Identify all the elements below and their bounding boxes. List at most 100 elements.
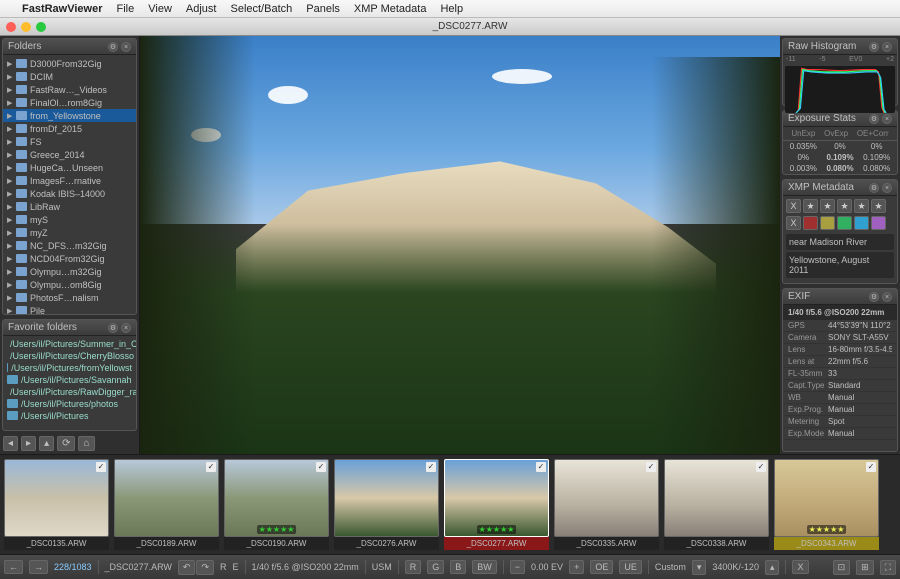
ch-b[interactable]: B (450, 560, 466, 574)
home-button[interactable]: ⌂ (78, 436, 94, 451)
ch-bw[interactable]: BW (472, 560, 497, 574)
gear-icon[interactable]: ⚙ (869, 42, 879, 52)
folder-item[interactable]: ▶Pile (3, 304, 136, 314)
thumbnail[interactable]: ✓_DSC0135.ARW (4, 459, 109, 550)
image-viewer[interactable] (140, 36, 780, 454)
xmp-desc-field[interactable]: Yellowstone, August 2011 (786, 252, 894, 278)
close-icon[interactable]: × (882, 114, 892, 124)
grid-button[interactable]: ⊞ (856, 560, 874, 575)
gear-icon[interactable]: ⚙ (869, 292, 879, 302)
gear-icon[interactable]: ⚙ (869, 183, 879, 193)
clear-rating-button[interactable]: X (786, 199, 801, 213)
close-button[interactable] (6, 22, 16, 32)
up-folder-button[interactable]: ▴ (39, 436, 54, 451)
star-2[interactable]: ★ (820, 199, 835, 213)
app-name[interactable]: FastRawViewer (22, 3, 103, 15)
folder-item[interactable]: ▶NCD04From32Gig (3, 252, 136, 265)
star-1[interactable]: ★ (803, 199, 818, 213)
thumb-check-icon[interactable]: ✓ (756, 462, 766, 472)
oe-toggle[interactable]: OE (590, 560, 613, 574)
rating-stars[interactable]: X ★ ★ ★ ★ ★ (786, 199, 894, 213)
x-button[interactable]: X (792, 560, 808, 574)
favorite-item[interactable]: /Users/il/Pictures/Summer_in_C (3, 338, 136, 350)
thumbnail[interactable]: ✓_DSC0276.ARW (334, 459, 439, 550)
folder-item[interactable]: ▶PhotosF…nalism (3, 291, 136, 304)
xmp-panel-header[interactable]: XMP Metadata ⚙× (783, 180, 897, 196)
thumbnail[interactable]: ✓★★★★★_DSC0343.ARW (774, 459, 879, 550)
folders-panel-header[interactable]: Folders ⚙× (3, 39, 136, 55)
close-icon[interactable]: × (882, 292, 892, 302)
refresh-button[interactable]: ⟳ (57, 436, 75, 451)
minimize-button[interactable] (21, 22, 31, 32)
favorite-item[interactable]: /Users/il/Pictures/RawDigger_ra (3, 386, 136, 398)
ch-r[interactable]: R (405, 560, 422, 574)
exif-panel-header[interactable]: EXIF ⚙× (783, 289, 897, 305)
gear-icon[interactable]: ⚙ (108, 42, 118, 52)
thumbnail[interactable]: ✓_DSC0335.ARW (554, 459, 659, 550)
maximize-button[interactable] (36, 22, 46, 32)
sb-r[interactable]: R (220, 562, 227, 572)
folder-item[interactable]: ▶LibRaw (3, 200, 136, 213)
folder-item[interactable]: ▶Olympu…om8Gig (3, 278, 136, 291)
menu-file[interactable]: File (117, 3, 135, 15)
thumb-check-icon[interactable]: ✓ (536, 462, 546, 472)
fit-button[interactable]: ⊡ (833, 560, 851, 575)
star-5[interactable]: ★ (871, 199, 886, 213)
wb-down[interactable]: ▾ (692, 560, 707, 575)
thumb-check-icon[interactable]: ✓ (206, 462, 216, 472)
ue-toggle[interactable]: UE (619, 560, 642, 574)
color-label[interactable] (820, 216, 835, 230)
folder-item[interactable]: ▶ImagesF…rnative (3, 174, 136, 187)
folder-item[interactable]: ▶fromDf_2015 (3, 122, 136, 135)
ch-g[interactable]: G (427, 560, 444, 574)
favorite-item[interactable]: /Users/il/Pictures (3, 410, 136, 422)
color-label[interactable] (854, 216, 869, 230)
close-icon[interactable]: × (121, 323, 131, 333)
thumb-check-icon[interactable]: ✓ (316, 462, 326, 472)
clear-color-button[interactable]: X (786, 216, 801, 230)
menu-help[interactable]: Help (440, 3, 463, 15)
folder-item[interactable]: ▶D3000From32Gig (3, 57, 136, 70)
folder-item[interactable]: ▶DCIM (3, 70, 136, 83)
thumb-check-icon[interactable]: ✓ (646, 462, 656, 472)
folder-item[interactable]: ▶Greece_2014 (3, 148, 136, 161)
color-label[interactable] (803, 216, 818, 230)
close-icon[interactable]: × (882, 42, 892, 52)
ev-minus[interactable]: − (510, 560, 525, 574)
fullscreen-button[interactable]: ⛶ (880, 560, 896, 575)
folder-item[interactable]: ▶HugeCa…Unseen (3, 161, 136, 174)
folder-item[interactable]: ▶NC_DFS…m32Gig (3, 239, 136, 252)
favorite-item[interactable]: /Users/il/Pictures/CherryBlosso (3, 350, 136, 362)
folder-tree[interactable]: ▶D3000From32Gig▶DCIM▶FastRaw…_Videos▶Fin… (3, 55, 136, 314)
folder-item[interactable]: ▶FS (3, 135, 136, 148)
rot-right-button[interactable]: ↷ (196, 560, 214, 575)
color-label[interactable] (871, 216, 886, 230)
mac-menubar[interactable]: FastRawViewer File View Adjust Select/Ba… (0, 0, 900, 18)
histogram-panel-header[interactable]: Raw Histogram ⚙× (783, 39, 897, 55)
star-3[interactable]: ★ (837, 199, 852, 213)
folder-item[interactable]: ▶myZ (3, 226, 136, 239)
kelvin-up[interactable]: ▴ (765, 560, 780, 575)
exposure-panel-header[interactable]: Exposure Stats ⚙× (783, 111, 897, 127)
color-label[interactable] (837, 216, 852, 230)
thumbnail[interactable]: ✓★★★★★_DSC0190.ARW (224, 459, 329, 550)
close-icon[interactable]: × (121, 42, 131, 52)
star-4[interactable]: ★ (854, 199, 869, 213)
thumb-check-icon[interactable]: ✓ (426, 462, 436, 472)
filmstrip[interactable]: ✓_DSC0135.ARW✓_DSC0189.ARW✓★★★★★_DSC0190… (0, 454, 900, 554)
gear-icon[interactable]: ⚙ (108, 323, 118, 333)
folder-item[interactable]: ▶FinalOl…rom8Gig (3, 96, 136, 109)
prev-button[interactable]: ← (4, 560, 23, 574)
favorite-item[interactable]: /Users/il/Pictures/Savannah (3, 374, 136, 386)
rot-left-button[interactable]: ↶ (178, 560, 196, 575)
folder-item[interactable]: ▶Olympu…m32Gig (3, 265, 136, 278)
menu-select-batch[interactable]: Select/Batch (230, 3, 292, 15)
thumbnail[interactable]: ✓_DSC0338.ARW (664, 459, 769, 550)
prev-folder-button[interactable]: ◂ (3, 436, 18, 451)
usm-toggle[interactable]: USM (372, 562, 392, 572)
favorite-folders-list[interactable]: /Users/il/Pictures/Summer_in_C/Users/il/… (3, 336, 136, 424)
menu-panels[interactable]: Panels (306, 3, 340, 15)
favorite-item[interactable]: /Users/il/Pictures/photos (3, 398, 136, 410)
close-icon[interactable]: × (882, 183, 892, 193)
color-labels[interactable]: X (786, 216, 894, 230)
